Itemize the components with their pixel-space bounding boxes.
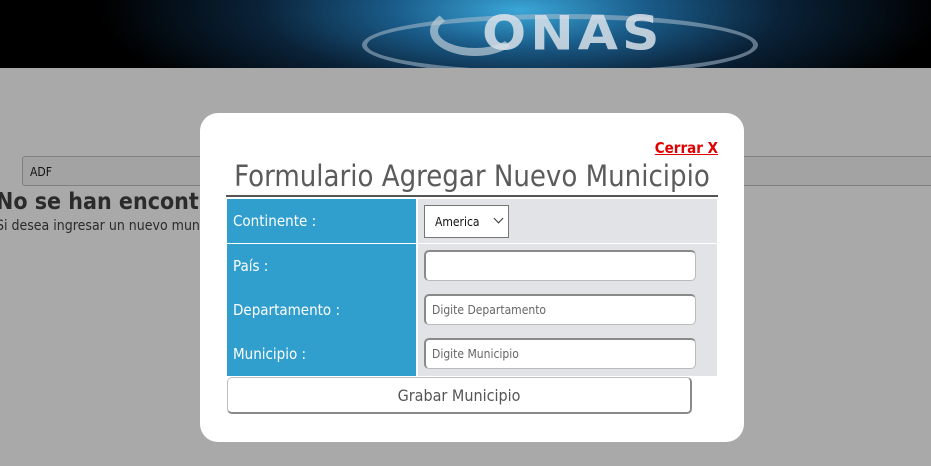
save-municipality-button[interactable]: Grabar Municipio [227, 377, 692, 414]
logo: ONAS [482, 7, 664, 62]
form-row-pais: País : [227, 244, 717, 288]
pais-input[interactable] [424, 250, 696, 281]
form-row-departamento: Departamento : [227, 288, 717, 332]
form-row-continente: Continente : America [227, 199, 717, 243]
departamento-label: Departamento : [227, 288, 416, 332]
continente-selected-value: America [435, 214, 480, 229]
municipio-cell [418, 332, 717, 376]
continente-label: Continente : [227, 199, 416, 243]
municipio-input[interactable] [424, 338, 696, 369]
continente-cell: America [418, 199, 717, 243]
add-municipality-modal: Cerrar X Formulario Agregar Nuevo Munici… [200, 113, 744, 442]
continente-select[interactable]: America [424, 205, 509, 238]
pais-cell [418, 244, 717, 288]
header-banner: ONAS [0, 0, 931, 68]
form-row-municipio: Municipio : [227, 332, 717, 376]
modal-title: Formulario Agregar Nuevo Municipio [226, 157, 718, 197]
chevron-down-icon [493, 213, 504, 224]
background-subtext: Si desea ingresar un nuevo munic [0, 218, 211, 234]
departamento-input[interactable] [424, 294, 696, 325]
close-modal-link[interactable]: Cerrar X [655, 139, 718, 157]
departamento-cell [418, 288, 717, 332]
municipio-label: Municipio : [227, 332, 416, 376]
pais-label: País : [227, 244, 416, 288]
